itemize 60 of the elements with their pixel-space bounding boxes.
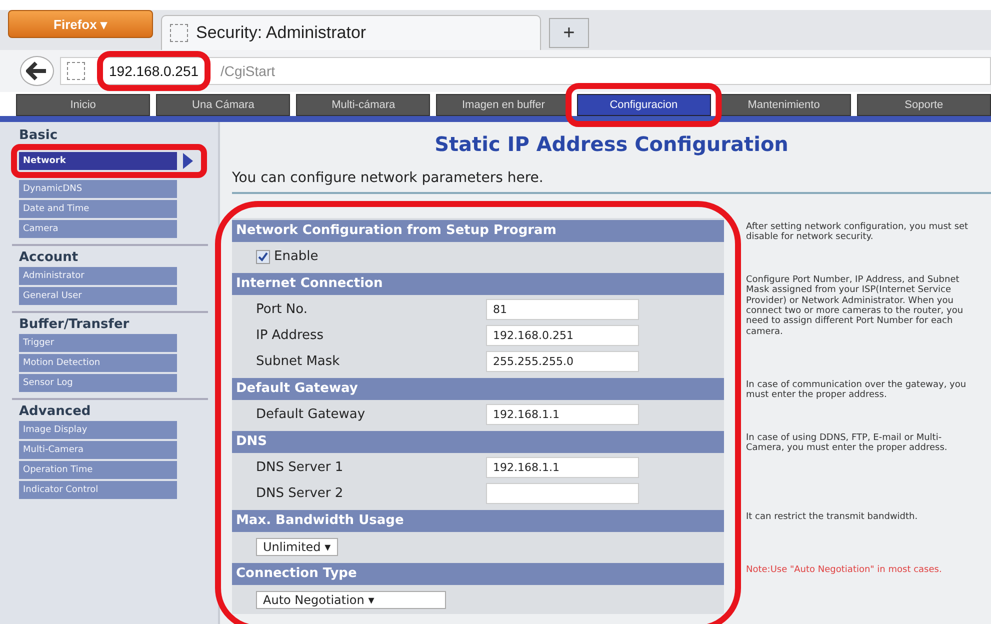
- nav-tab[interactable]: Configuracion: [576, 94, 711, 116]
- nav-tab[interactable]: Una Cámara: [156, 94, 290, 116]
- field-label: Subnet Mask: [256, 354, 341, 369]
- section-header: Network Configuration from Setup Program: [232, 220, 724, 242]
- help-text: It can restrict the transmit bandwidth.: [746, 511, 919, 524]
- section-header: Max. Bandwidth Usage: [232, 510, 724, 532]
- field-label: IP Address: [256, 328, 325, 343]
- field-label: DNS Server 1: [256, 460, 344, 475]
- input-field[interactable]: 192.168.1.1: [486, 457, 639, 478]
- input-field[interactable]: 192.168.0.251: [486, 325, 639, 346]
- help-text: In case of communication over the gateway, you must enter the proper address.: [746, 379, 968, 402]
- sidebar-item[interactable]: Motion Detection: [19, 354, 177, 372]
- sidebar-item[interactable]: Indicator Control: [19, 481, 177, 499]
- sidebar-item[interactable]: Multi-Camera: [19, 441, 177, 459]
- help-text: After setting network configuration, you must set disable for network security.: [746, 221, 970, 244]
- back-button[interactable]: [20, 56, 54, 86]
- intro-text: You can configure network parameters here.: [232, 170, 544, 186]
- nav-tab[interactable]: Soporte: [856, 94, 991, 116]
- checkbox-label: Enable: [274, 249, 318, 264]
- sidebar-heading: Advanced: [19, 404, 92, 419]
- sidebar-item[interactable]: Administrator: [19, 267, 177, 285]
- field-label: Port No.: [256, 302, 308, 317]
- section-header: Internet Connection: [232, 273, 724, 295]
- field-label: Default Gateway: [256, 407, 366, 422]
- address-field[interactable]: 192.168.0.251 /CgiStart: [60, 57, 991, 85]
- nav-tab[interactable]: Inicio: [16, 94, 150, 116]
- section-header: DNS: [232, 431, 724, 453]
- sidebar-item[interactable]: Network: [19, 152, 177, 170]
- tab-title: Security: Administrator: [196, 23, 366, 43]
- section-header: Default Gateway: [232, 378, 724, 400]
- input-field[interactable]: 192.168.1.1: [486, 404, 639, 425]
- nav-tab[interactable]: Multi-cámara: [296, 94, 430, 116]
- input-field[interactable]: 81: [486, 299, 639, 320]
- new-tab-button[interactable]: +: [549, 18, 589, 48]
- sidebar-item[interactable]: Image Display: [19, 421, 177, 439]
- sidebar-item[interactable]: Trigger: [19, 334, 177, 352]
- section-header: Connection Type: [232, 563, 724, 585]
- help-text: Configure Port Number, IP Address, and Subnet Mask assigned from your ISP(Internet Service Provider) or Network Administrator. When you connect two or more cameras to the router, you need to assign different Port Number for each camera.: [746, 274, 964, 339]
- input-field[interactable]: [486, 483, 639, 504]
- dropdown[interactable]: Auto Negotiation ▾: [256, 590, 446, 608]
- back-arrow-icon: [26, 61, 48, 81]
- sidebar-item[interactable]: Date and Time: [19, 200, 177, 218]
- help-text: Note:Use "Auto Negotiation" in most cases.: [746, 564, 943, 577]
- sidebar-item[interactable]: Sensor Log: [19, 374, 177, 392]
- sidebar-item[interactable]: Operation Time: [19, 461, 177, 479]
- page-icon: [170, 24, 188, 42]
- dropdown[interactable]: Unlimited ▾: [256, 538, 338, 556]
- sidebar-item[interactable]: Camera: [19, 220, 177, 238]
- sidebar-heading: Buffer/Transfer: [19, 317, 130, 332]
- page-title: Static IP Address Configuration: [434, 132, 790, 156]
- checkbox[interactable]: [256, 250, 270, 264]
- sidebar-item[interactable]: General User: [19, 287, 177, 305]
- input-field[interactable]: 255.255.255.0: [486, 351, 639, 372]
- sidebar-item[interactable]: DynamicDNS: [19, 180, 177, 198]
- browser-tab[interactable]: Security: Administrator: [161, 15, 541, 50]
- field-label: DNS Server 2: [256, 486, 344, 501]
- help-text: In case of using DDNS, FTP, E-mail or Multi-Camera, you must enter the proper address.: [746, 432, 948, 456]
- sidebar-heading: Account: [19, 250, 80, 265]
- sidebar-heading: Basic: [19, 128, 59, 143]
- pointer-icon: [183, 153, 193, 169]
